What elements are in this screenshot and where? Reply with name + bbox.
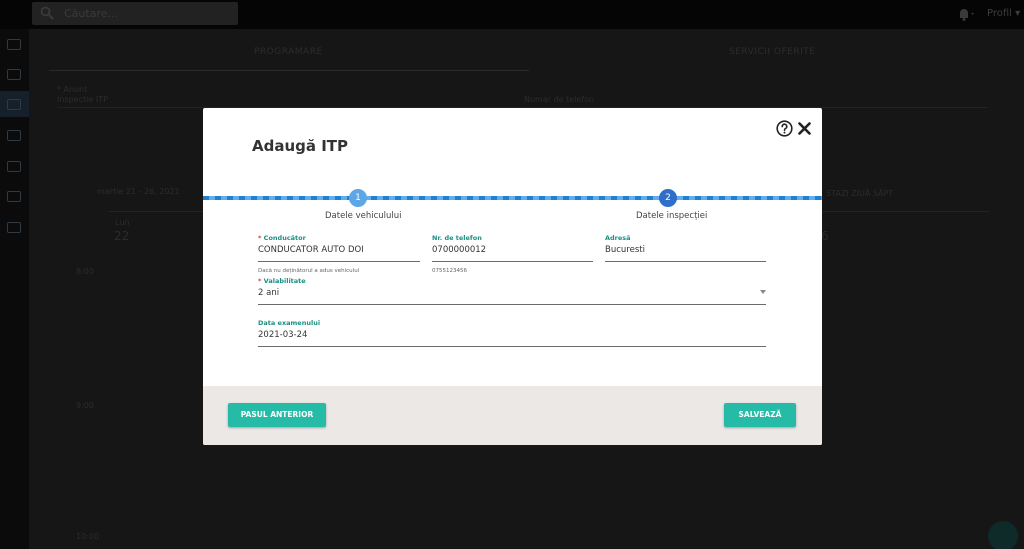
validity-label-text: Valabilitate — [263, 277, 306, 285]
stepper-progress-line — [203, 196, 822, 200]
add-itp-modal: Adaugă ITP 1 2 Datele vehiculului Datele… — [203, 108, 822, 445]
search-input[interactable]: Căutare... — [32, 2, 238, 25]
sidebar-item-clients-icon[interactable] — [7, 99, 21, 110]
sidebar-item-messages-icon[interactable] — [7, 130, 21, 141]
sidebar-item-calendar-icon[interactable] — [7, 39, 21, 50]
step-2-label: Datele inspecției — [636, 211, 708, 221]
address-underline — [605, 261, 766, 262]
top-bar: Căutare... Profil ▾ — [0, 0, 1024, 29]
bg-tab-programare: PROGRAMARE — [254, 47, 323, 57]
close-icon[interactable] — [797, 121, 812, 136]
step-2-indicator[interactable]: 2 — [659, 189, 677, 207]
profile-menu[interactable]: Profil ▾ — [987, 8, 1020, 19]
bg-field-value: Inspectie ITP — [57, 95, 108, 104]
chevron-down-icon[interactable] — [760, 290, 766, 294]
bg-day-num-right: 6 — [821, 229, 829, 243]
address-field[interactable]: Adresă Bucuresti — [605, 234, 766, 264]
bg-day-num: 22 — [114, 229, 130, 243]
modal-title: Adaugă ITP — [252, 137, 349, 155]
sidebar-item-payments-icon[interactable] — [7, 222, 21, 233]
question-circle-icon[interactable] — [776, 120, 793, 137]
conducator-value: CONDUCATOR AUTO DOI — [258, 245, 364, 255]
search-icon — [40, 6, 54, 20]
bg-tab-servicii: SERVICII OFERITE — [729, 47, 816, 57]
required-marker: * — [258, 277, 262, 285]
address-value: Bucuresti — [605, 245, 645, 255]
previous-step-button[interactable]: PASUL ANTERIOR — [228, 403, 326, 427]
phone-label: Nr. de telefon — [432, 234, 482, 242]
validity-label: * Valabilitate — [258, 277, 306, 285]
exam-date-value: 2021-03-24 — [258, 330, 308, 340]
bg-view-options: STAZI ZIUĂ SĂPT — [826, 189, 894, 198]
phone-underline — [432, 261, 593, 262]
phone-hint: 0755123456 — [432, 268, 467, 274]
conducator-underline — [258, 261, 420, 262]
bg-week-label: martie 21 - 26, 2021 — [97, 187, 180, 196]
conducator-hint: Dacă nu deținătorul a adus vehiculul — [258, 268, 360, 274]
sidebar — [0, 29, 29, 549]
step-1-label: Datele vehiculului — [325, 211, 402, 221]
phone-field[interactable]: Nr. de telefon 0700000012 0755123456 — [432, 234, 593, 279]
address-label: Adresă — [605, 234, 631, 242]
bg-time-2: 9:00 — [76, 401, 94, 410]
modal-footer: PASUL ANTERIOR SALVEAZĂ — [203, 386, 822, 445]
bg-field-label: * Anunt — [57, 85, 88, 94]
exam-date-label: Data examenului — [258, 319, 321, 327]
phone-value: 0700000012 — [432, 245, 487, 255]
bell-icon[interactable] — [955, 7, 977, 21]
exam-date-underline — [258, 346, 766, 347]
validity-value: 2 ani — [258, 288, 280, 298]
exam-date-field[interactable]: Data examenului 2021-03-24 — [258, 319, 766, 349]
conducator-label-text: Conducător — [263, 234, 306, 242]
chat-button[interactable] — [988, 521, 1018, 549]
step-1-indicator[interactable]: 1 — [349, 189, 367, 207]
sidebar-item-reports-icon[interactable] — [7, 161, 21, 172]
sidebar-item-appointments-icon[interactable] — [7, 69, 21, 80]
conducator-label: * Conducător — [258, 234, 306, 242]
bg-time-1: 8:00 — [76, 267, 94, 276]
bg-field-phone: Numar de telefon — [524, 95, 595, 104]
required-marker: * — [258, 234, 262, 242]
conducator-field[interactable]: * Conducător CONDUCATOR AUTO DOI Dacă nu… — [258, 234, 420, 279]
search-placeholder: Căutare... — [64, 7, 118, 20]
bg-day-label: Lun — [115, 218, 130, 227]
bg-tab-underline — [49, 70, 529, 71]
validity-select[interactable]: * Valabilitate 2 ani — [258, 277, 766, 307]
validity-underline — [258, 304, 766, 305]
save-button[interactable]: SALVEAZĂ — [724, 403, 796, 427]
sidebar-item-cards-icon[interactable] — [7, 191, 21, 202]
bg-time-3: 10:00 — [76, 532, 100, 541]
